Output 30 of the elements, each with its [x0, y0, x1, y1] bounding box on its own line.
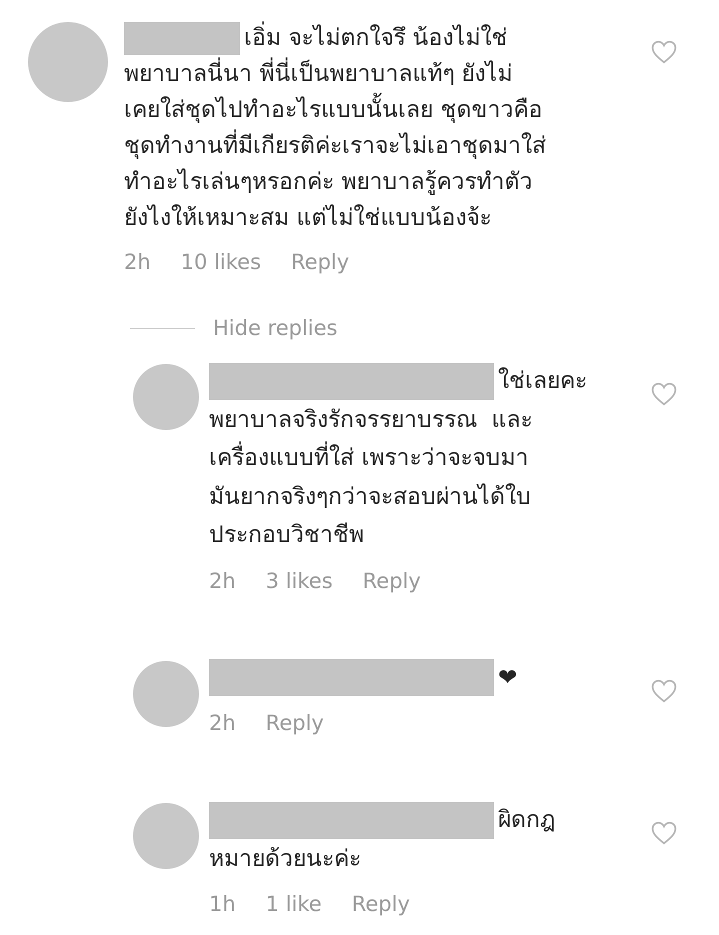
like-icon[interactable]: [651, 40, 677, 64]
comment-line: ชุดทำงานที่มีเกียรติค่ะเราจะไม่เอาชุดมาใส่: [124, 128, 635, 164]
reply-link[interactable]: Reply: [291, 250, 350, 274]
comment-time: 2h: [124, 250, 151, 274]
like-icon[interactable]: [651, 678, 677, 702]
comment-line: ประกอบวิชาชีพ: [209, 521, 365, 550]
comment-time: 2h: [209, 711, 236, 735]
reply-link[interactable]: Reply: [266, 711, 324, 735]
likes-link[interactable]: 10 likes: [180, 250, 262, 274]
reply-link[interactable]: Reply: [362, 568, 421, 592]
comment-line: ยังไงให้เหมาะสม แต่ไม่ใช่แบบน้องจ้ะ: [124, 203, 492, 233]
comment-line: พยาบาลนี่นา พี่นี่เป็นพยาบาลแท้ๆ ยังไม่: [124, 56, 635, 92]
comment-line: มันยากจริงๆกว่าจะสอบผ่านได้ใบ: [209, 482, 532, 512]
comment-line: ผิดกฎ: [498, 806, 555, 835]
comment-line: เคยใส่ชุดไปทำอะไรแบบนั้นเลย ชุดขาวคือ: [124, 92, 635, 128]
comment-line: ❤: [498, 664, 518, 692]
likes-link[interactable]: 1 like: [266, 892, 322, 916]
likes-link[interactable]: 3 likes: [266, 568, 333, 592]
comment-time: 2h: [209, 568, 236, 592]
hide-replies-link[interactable]: Hide replies: [213, 316, 338, 340]
comment-line: เอิ่ม จะไม่ตกใจรึ น้องไม่ใช่: [244, 20, 508, 56]
reply-link[interactable]: Reply: [352, 892, 410, 916]
comment-line: พยาบาลจริงรักจรรยาบรรณ และ: [209, 406, 534, 434]
comment-line: เครื่องแบบที่ใส่ เพราะว่าจะจบมา: [209, 439, 643, 478]
comment-line: ใช่เลยคะ: [498, 366, 587, 396]
comment-line: ทำอะไรเล่นๆหรอกค่ะ พยาบาลรู้ควรทำตัว: [124, 167, 534, 197]
like-icon[interactable]: [651, 821, 677, 845]
like-icon[interactable]: [651, 382, 677, 406]
comment-line: หมายด้วยนะค่ะ: [209, 844, 362, 874]
comment-time: 1h: [209, 892, 236, 916]
